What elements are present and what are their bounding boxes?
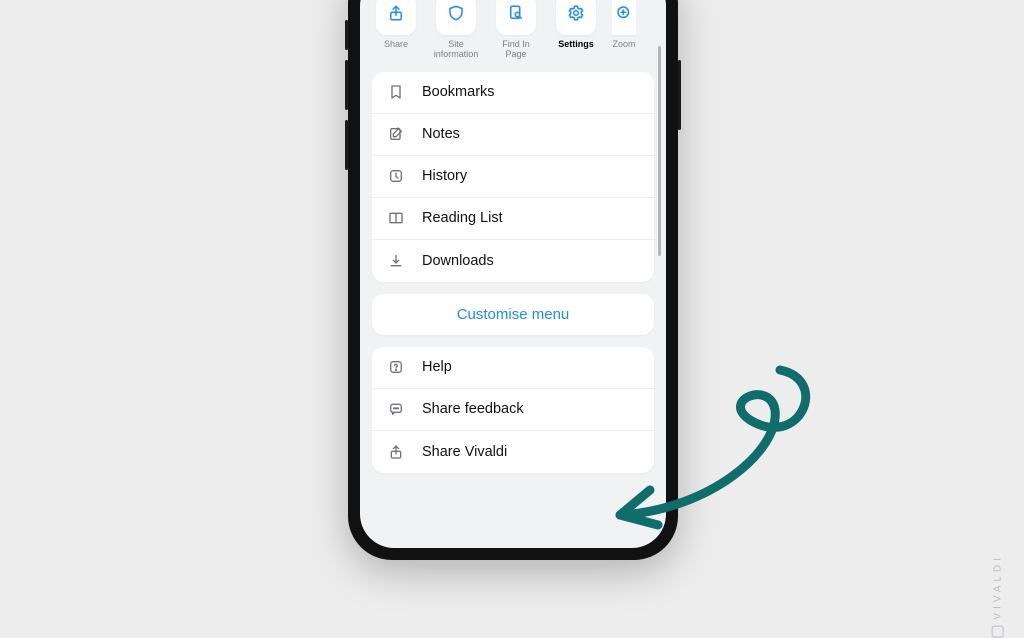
menu-item-label: Share Vivaldi (422, 444, 507, 460)
menu-item-label: Notes (422, 126, 460, 142)
primary-menu-card: Bookmarks Notes History Reading List (372, 72, 654, 282)
action-find-in-page[interactable]: Find In Page (492, 0, 540, 60)
shield-icon (447, 4, 465, 27)
menu-item-label: Bookmarks (422, 84, 495, 100)
customise-menu-button[interactable]: Customise menu (372, 294, 654, 335)
history-icon (386, 168, 406, 184)
action-zoom[interactable]: Zoom (612, 0, 636, 60)
help-icon (386, 359, 406, 375)
scroll-indicator (658, 46, 661, 256)
menu-item-bookmarks[interactable]: Bookmarks (372, 72, 654, 114)
menu-item-label: History (422, 168, 467, 184)
share-icon (386, 444, 406, 460)
vivaldi-watermark: VIVALDI (992, 554, 1004, 638)
download-icon (386, 253, 406, 269)
action-label: Zoom (612, 40, 635, 50)
zoom-icon (615, 4, 633, 27)
quick-actions-row: Share Site information Find In Page Sett… (360, 0, 666, 72)
watermark-text: VIVALDI (993, 554, 1004, 620)
customise-menu-card: Customise menu (372, 294, 654, 335)
menu-item-downloads[interactable]: Downloads (372, 240, 654, 282)
action-share[interactable]: Share (372, 0, 420, 60)
action-settings[interactable]: Settings (552, 0, 600, 60)
reading-list-icon (386, 210, 406, 226)
phone-side-button (345, 20, 348, 50)
find-in-page-icon (507, 4, 525, 27)
menu-item-help[interactable]: Help (372, 347, 654, 389)
menu-item-share-feedback[interactable]: Share feedback (372, 389, 654, 431)
menu-item-label: Downloads (422, 253, 494, 269)
menu-item-share-vivaldi[interactable]: Share Vivaldi (372, 431, 654, 473)
menu-item-label: Reading List (422, 210, 503, 226)
phone-screen: Share Site information Find In Page Sett… (360, 0, 666, 548)
menu-item-label: Share feedback (422, 401, 524, 417)
vivaldi-logo-icon (992, 626, 1004, 638)
action-label: Share (384, 40, 408, 50)
menu-item-history[interactable]: History (372, 156, 654, 198)
action-label: Find In Page (492, 40, 540, 60)
menu-item-notes[interactable]: Notes (372, 114, 654, 156)
action-label: Site information (432, 40, 480, 60)
phone-side-button (345, 60, 348, 110)
menu-item-label: Help (422, 359, 452, 375)
note-icon (386, 126, 406, 142)
phone-device-frame: Share Site information Find In Page Sett… (348, 0, 678, 560)
action-label: Settings (558, 40, 594, 50)
secondary-menu-card: Help Share feedback Share Vivaldi (372, 347, 654, 473)
bookmark-icon (386, 84, 406, 100)
phone-side-button (345, 120, 348, 170)
action-site-information[interactable]: Site information (432, 0, 480, 60)
feedback-icon (386, 401, 406, 417)
menu-item-reading-list[interactable]: Reading List (372, 198, 654, 240)
share-icon (387, 4, 405, 27)
gear-icon (567, 4, 585, 27)
phone-side-button (678, 60, 681, 130)
